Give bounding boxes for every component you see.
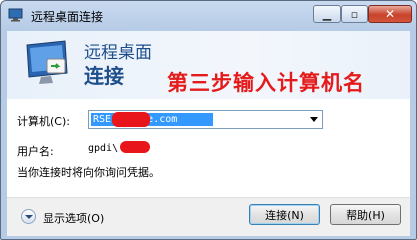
footer: 显示选项(O) 连接(N) 帮助(H) bbox=[7, 197, 410, 236]
minimize-button[interactable]: ▁ bbox=[313, 5, 341, 23]
user-label: 用户名: bbox=[17, 145, 54, 158]
dropdown-arrow-icon[interactable] bbox=[310, 117, 318, 122]
banner-line2: 连接 bbox=[84, 64, 124, 88]
redaction-mark bbox=[120, 141, 150, 153]
maximize-button[interactable]: ▫ bbox=[341, 5, 368, 23]
connect-button[interactable]: 连接(N) bbox=[249, 204, 320, 225]
remote-desktop-logo-icon bbox=[26, 40, 68, 84]
computer-label: 计算机(C): bbox=[17, 115, 70, 128]
maximize-icon: ▫ bbox=[350, 7, 359, 21]
credentials-note: 当你连接时将向你询问凭据。 bbox=[17, 166, 160, 179]
minimize-icon: ▁ bbox=[322, 7, 332, 21]
help-button[interactable]: 帮助(H) bbox=[330, 204, 401, 225]
computer-value: RSE gpdiwe.com bbox=[91, 113, 213, 126]
redaction-mark bbox=[112, 112, 150, 127]
close-button[interactable]: ✕ bbox=[368, 5, 412, 23]
user-value: gpdi\ bbox=[88, 143, 119, 154]
rdp-window: 远程桌面连接 ▁ ▫ ✕ 远程桌面 连接 第三步输入计算机名 计算机(C): R… bbox=[0, 0, 417, 240]
close-icon: ✕ bbox=[384, 7, 396, 21]
title-bar[interactable]: 远程桌面连接 ▁ ▫ ✕ bbox=[1, 1, 416, 31]
window-title: 远程桌面连接 bbox=[31, 10, 104, 24]
remote-desktop-icon bbox=[8, 8, 23, 22]
options-label[interactable]: 显示选项(O) bbox=[43, 210, 104, 226]
annotation-text: 第三步输入计算机名 bbox=[167, 71, 365, 95]
banner: 远程桌面 连接 第三步输入计算机名 bbox=[7, 31, 410, 99]
options-expand-icon[interactable] bbox=[21, 209, 36, 224]
computer-combobox[interactable]: RSE gpdiwe.com bbox=[88, 110, 323, 129]
